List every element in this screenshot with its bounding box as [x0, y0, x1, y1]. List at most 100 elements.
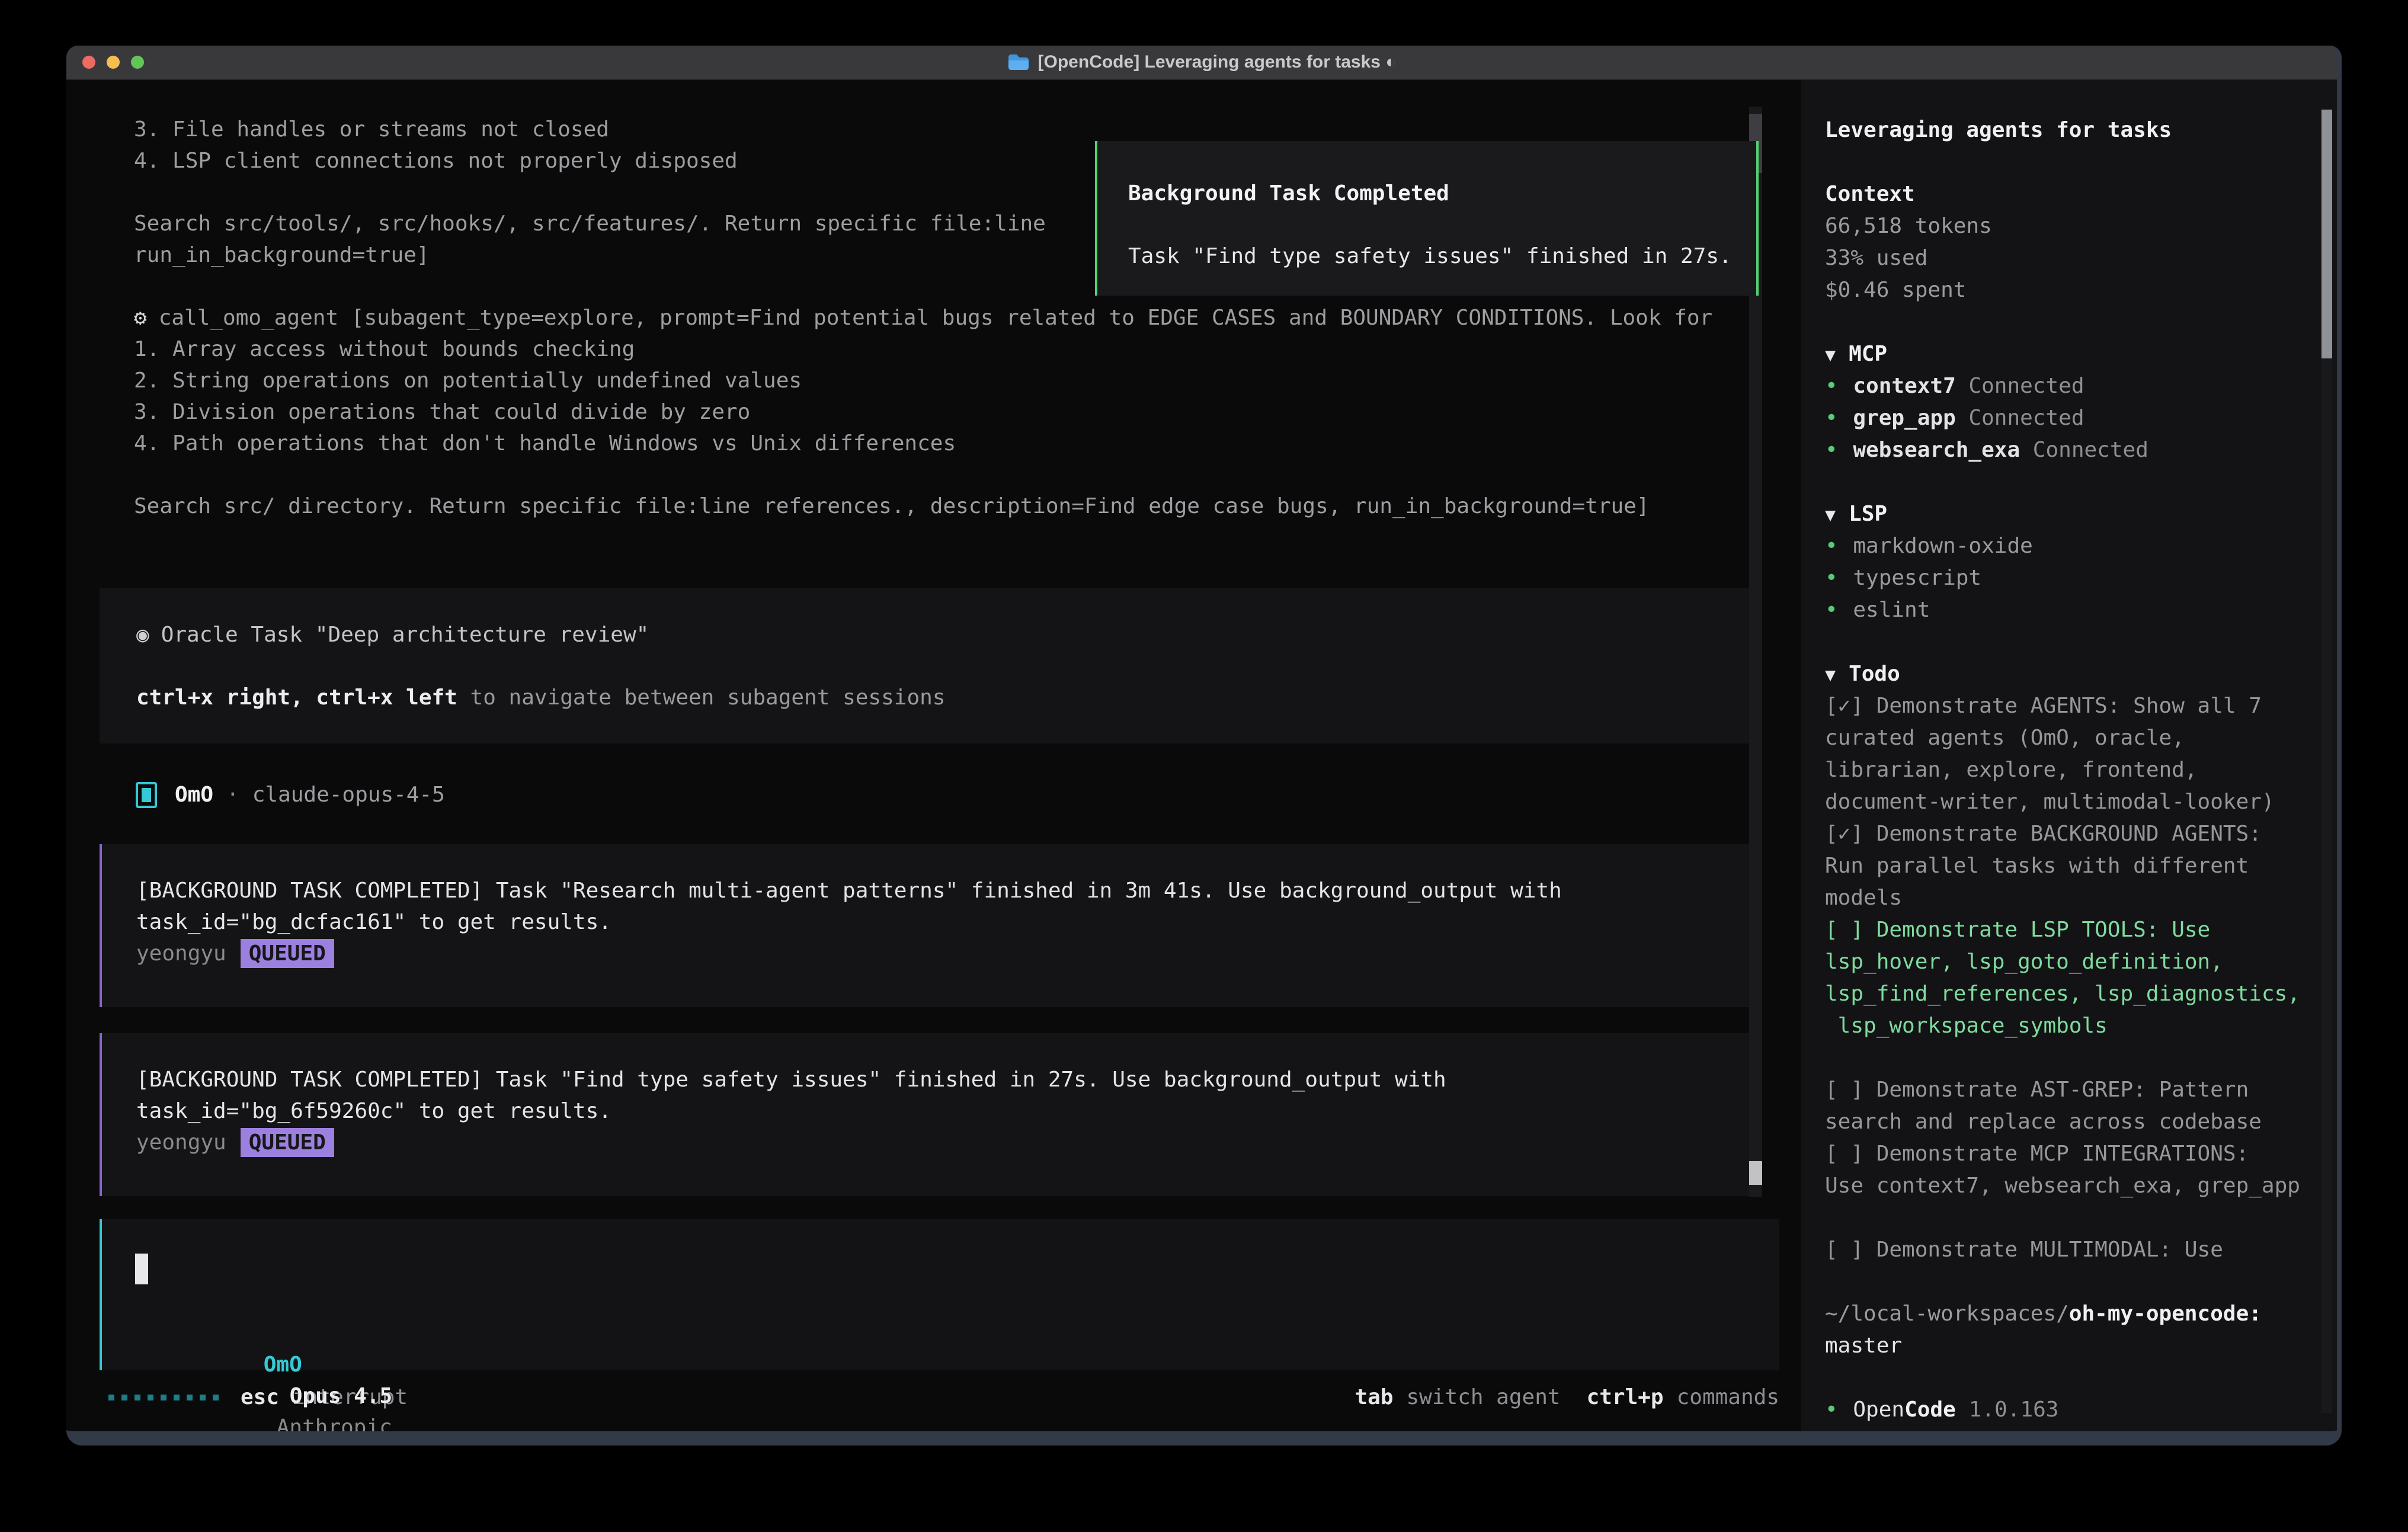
todo-line: [ ] Demonstrate MULTIMODAL: Use: [1825, 1234, 2337, 1266]
input-provider-name: Anthropic: [277, 1415, 392, 1440]
todo-item: [✓] Demonstrate AGENTS: Show all 7curate…: [1825, 690, 2337, 818]
background-task-notification[interactable]: Background Task Completed Task "Find typ…: [1095, 141, 1759, 296]
opencode-window: [OpenCode] Leveraging agents for tasks ◐…: [66, 46, 2342, 1446]
todo-list: [✓] Demonstrate AGENTS: Show all 7curate…: [1825, 690, 2337, 1266]
mcp-heading-row[interactable]: ▼MCP: [1825, 338, 2337, 370]
lsp-heading-row[interactable]: ▼LSP: [1825, 498, 2337, 530]
mcp-server-name: grep_app: [1853, 406, 1955, 430]
mcp-section: ▼MCP • context7 Connected• grep_app Conn…: [1825, 338, 2337, 466]
todo-item: [✓] Demonstrate BACKGROUND AGENTS:Run pa…: [1825, 818, 2337, 914]
session-title: Leveraging agents for tasks: [1825, 114, 2337, 146]
mcp-server-status: Connected: [1956, 374, 2084, 398]
app-name-bold: Code: [1904, 1398, 1956, 1422]
todo-line: lsp_workspace_symbols: [1825, 1010, 2337, 1042]
todo-line: Run parallel tasks with different: [1825, 850, 2337, 882]
tab-key-hint: tab: [1354, 1385, 1393, 1409]
lsp-section: ▼LSP • markdown-oxide• typescript• eslin…: [1825, 498, 2337, 626]
main-scrollbar-thumb-bottom[interactable]: [1749, 1161, 1762, 1185]
sidebar-scrollbar-thumb[interactable]: [2321, 110, 2332, 358]
tool-call-line: ⚙call_omo_agent [subagent_type=explore, …: [134, 302, 1801, 334]
workspace-path-line: ~/local-workspaces/oh-my-opencode:: [1825, 1298, 2337, 1330]
task-user: yeongyu: [136, 1130, 226, 1155]
tool-call-item: 4. Path operations that don't handle Win…: [134, 428, 1801, 459]
agent-checkbox-icon: [136, 782, 157, 808]
todo-section: ▼Todo [✓] Demonstrate AGENTS: Show all 7…: [1825, 658, 2337, 1266]
task-message-line1: [BACKGROUND TASK COMPLETED] Task "Resear…: [136, 875, 1751, 906]
tool-call-last-line: Search src/ directory. Return specific f…: [134, 491, 1801, 522]
queued-badge: QUEUED: [241, 1128, 334, 1157]
todo-heading-row[interactable]: ▼Todo: [1825, 658, 2337, 690]
todo-line: [ ] Demonstrate AST-GREP: Pattern: [1825, 1074, 2337, 1106]
window-title-wrap: [OpenCode] Leveraging agents for tasks ◐: [66, 46, 2337, 79]
tool-call-block: ⚙call_omo_agent [subagent_type=explore, …: [66, 302, 1801, 522]
lsp-item: • markdown-oxide: [1825, 530, 2337, 562]
todo-line: curated agents (OmO, oracle,: [1825, 722, 2337, 754]
todo-item: [ ] Demonstrate LSP TOOLS: Uselsp_hover,…: [1825, 914, 2337, 1042]
queued-badge: QUEUED: [241, 939, 334, 968]
mcp-server-status: Connected: [1956, 406, 2084, 430]
chevron-down-icon: ▼: [1825, 345, 1836, 366]
lsp-server-name: markdown-oxide: [1853, 534, 2032, 558]
spinner-dot: [121, 1395, 127, 1400]
context-heading: Context: [1825, 178, 2337, 210]
window-title: [OpenCode] Leveraging agents for tasks ◐: [1038, 52, 1397, 72]
todo-item: [ ] Demonstrate MULTIMODAL: Use: [1825, 1234, 2337, 1266]
workspace-info: ~/local-workspaces/oh-my-opencode: maste…: [1825, 1298, 2337, 1362]
bullet-icon: •: [1825, 374, 1850, 398]
todo-line: lsp_find_references, lsp_diagnostics,: [1825, 978, 2337, 1010]
mcp-server-name: websearch_exa: [1853, 438, 2020, 462]
mcp-item: • context7 Connected: [1825, 370, 2337, 402]
todo-line: [ ] Demonstrate LSP TOOLS: Use: [1825, 914, 2337, 946]
status-right: tab switch agent ctrl+p commands: [1227, 1361, 1779, 1434]
bullet-icon: •: [1825, 566, 1850, 590]
lsp-server-name: typescript: [1853, 566, 1981, 590]
todo-line: librarian, explore, frontend,: [1825, 754, 2337, 786]
todo-item: [ ] Demonstrate AST-GREP: Patternsearch …: [1825, 1074, 2337, 1138]
version-info: • OpenCode1.0.163: [1825, 1394, 2337, 1426]
mcp-item: • grep_app Connected: [1825, 402, 2337, 434]
chevron-down-icon: ▼: [1825, 505, 1836, 525]
oracle-task-title-line: ◉Oracle Task "Deep architecture review": [136, 619, 1751, 650]
task-message-line1: [BACKGROUND TASK COMPLETED] Task "Find t…: [136, 1064, 1751, 1095]
spinner-dot: [108, 1395, 114, 1400]
oracle-task-title: Oracle Task "Deep architecture review": [161, 623, 649, 647]
prompt-input[interactable]: OmO Opus 4.5 Anthropic: [100, 1219, 1779, 1370]
context-section: Context 66,518 tokens 33% used $0.46 spe…: [1825, 178, 2337, 306]
session-sidebar: Leveraging agents for tasks Context 66,5…: [1801, 80, 2337, 1432]
bullet-icon: •: [1825, 438, 1850, 462]
input-model-name[interactable]: Opus 4.5: [290, 1384, 392, 1408]
todo-line: [✓] Demonstrate BACKGROUND AGENTS:: [1825, 818, 2337, 850]
context-used: 33% used: [1825, 242, 2337, 274]
oracle-hint-text: to navigate between subagent sessions: [457, 685, 946, 710]
oracle-hint-keys: ctrl+x right, ctrl+x left: [136, 685, 457, 710]
workspace-branch: master: [1825, 1330, 2337, 1362]
app-version: 1.0.163: [1969, 1398, 2059, 1422]
agent-model: claude-opus-4-5: [252, 783, 445, 807]
tool-call-items: 1. Array access without bounds checking2…: [66, 334, 1801, 459]
app-name-regular: Open: [1853, 1398, 1904, 1422]
notification-title: Background Task Completed: [1128, 178, 1756, 209]
agent-separator: ·: [226, 783, 239, 807]
todo-line: search and replace across codebase: [1825, 1106, 2337, 1138]
task-message-line2: task_id="bg_dcfac161" to get results.: [136, 906, 1751, 938]
task-message-line2: task_id="bg_6f59260c" to get results.: [136, 1095, 1751, 1127]
notification-body: Task "Find type safety issues" finished …: [1128, 241, 1756, 272]
oracle-task-panel: ◉Oracle Task "Deep architecture review" …: [100, 588, 1751, 743]
mcp-item: • websearch_exa Connected: [1825, 434, 2337, 466]
background-task-message-2: [BACKGROUND TASK COMPLETED] Task "Find t…: [100, 1033, 1751, 1196]
input-agent-name: OmO: [264, 1352, 302, 1377]
version-row: • OpenCode1.0.163: [1825, 1394, 2337, 1426]
content-area: 3. File handles or streams not closed4. …: [66, 80, 2337, 1432]
workspace-repo: oh-my-opencode:: [2069, 1302, 2262, 1326]
commands-key-hint: ctrl+p: [1587, 1385, 1664, 1409]
text-cursor: [135, 1254, 148, 1284]
context-spent: $0.46 spent: [1825, 274, 2337, 306]
commands-key-label: commands: [1677, 1385, 1779, 1409]
lsp-item-list: • markdown-oxide• typescript• eslint: [1825, 530, 2337, 626]
bullet-icon: •: [1825, 598, 1850, 622]
task-message-meta: yeongyu QUEUED: [136, 1127, 1751, 1158]
todo-line: [ ] Demonstrate MCP INTEGRATIONS:: [1825, 1138, 2337, 1170]
task-message-meta: yeongyuQUEUED: [136, 938, 1751, 969]
mcp-server-status: Connected: [2020, 438, 2148, 462]
tab-key-label: switch agent: [1406, 1385, 1560, 1409]
